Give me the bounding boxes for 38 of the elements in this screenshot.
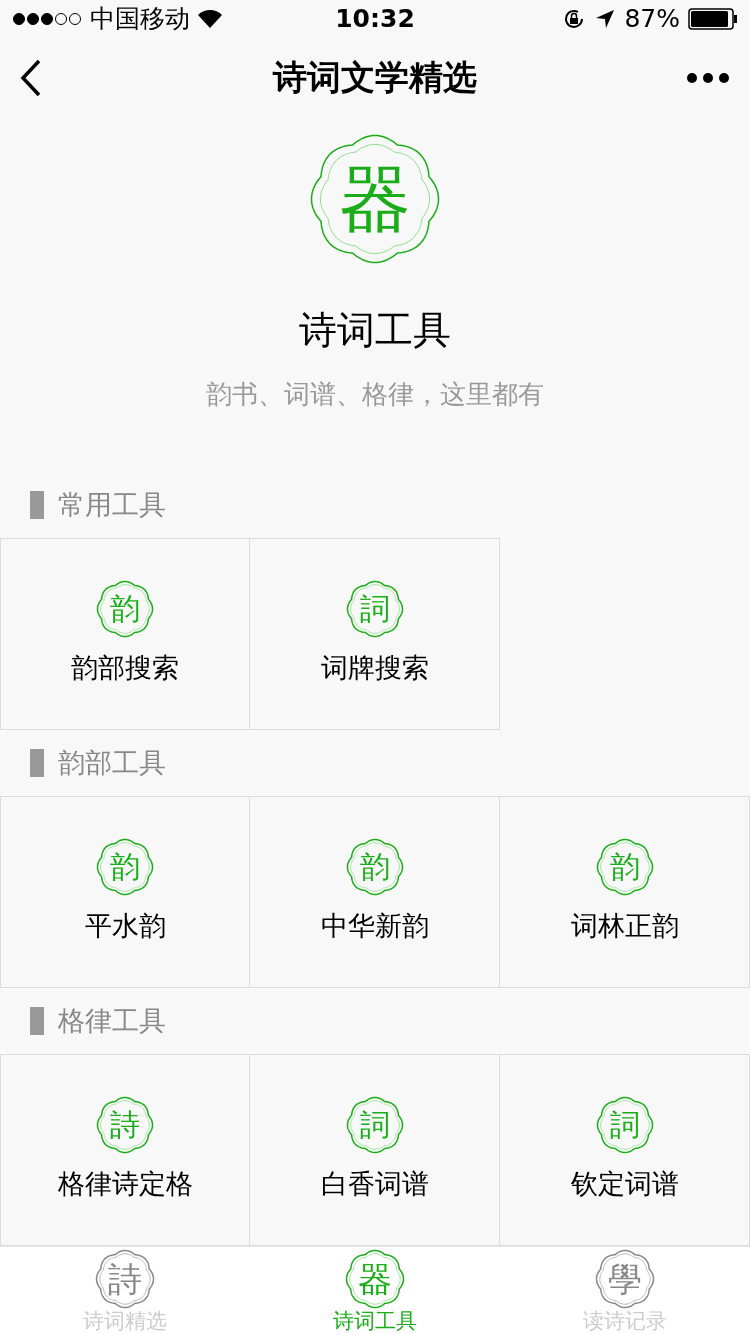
location-arrow-icon: [594, 7, 617, 30]
section-marker: [30, 491, 44, 520]
seal-badge: 韵: [595, 837, 654, 896]
battery-icon: [688, 7, 738, 30]
tool-tile[interactable]: 韵 词林正韵: [499, 796, 750, 989]
signal-icon: [12, 11, 82, 26]
seal-badge: 韵: [96, 837, 154, 896]
seal-badge: 詞: [345, 579, 404, 638]
tool-title: 诗词工具: [299, 307, 451, 355]
tool-subtitle: 韵书、词谱、格律，这里都有: [206, 378, 544, 412]
seal-badge: 詩: [96, 1095, 154, 1154]
tool-tile[interactable]: 詞 词牌搜索: [249, 538, 500, 731]
seal-badge: 詩: [95, 1249, 155, 1309]
tool-tile[interactable]: 韵 中华新韵: [249, 796, 500, 989]
section-marker: [30, 749, 44, 778]
seal-badge: 詞: [595, 1095, 654, 1154]
seal-badge: 學: [595, 1249, 655, 1309]
section-marker: [30, 1007, 44, 1036]
section-heading: 常用工具: [58, 487, 166, 522]
back-icon: [20, 58, 42, 97]
tool-tile[interactable]: 詩 格律诗定格: [0, 1054, 250, 1247]
seal-badge: 器: [310, 134, 440, 265]
tool-tile[interactable]: 詞 白香词谱: [249, 1054, 500, 1247]
seal-badge: 韵: [96, 579, 154, 638]
tool-tile[interactable]: 韵 韵部搜索: [0, 538, 250, 731]
more-icon: [686, 71, 730, 84]
section-heading: 韵部工具: [58, 745, 166, 780]
seal-badge: 器: [345, 1249, 405, 1309]
page-title: 诗词文学精选: [271, 56, 478, 100]
battery-percent: 87%: [624, 3, 680, 35]
seal-badge: 詞: [345, 1095, 404, 1154]
seal-badge: 韵: [345, 837, 404, 896]
clock-time: 10:32: [335, 3, 415, 35]
wifi-icon: [198, 9, 222, 28]
carrier-name: 中国移动: [90, 3, 190, 35]
tool-tile[interactable]: 韵 平水韵: [0, 796, 250, 989]
tool-tile[interactable]: 詞 钦定词谱: [499, 1054, 750, 1247]
section-heading: 格律工具: [58, 1003, 166, 1038]
